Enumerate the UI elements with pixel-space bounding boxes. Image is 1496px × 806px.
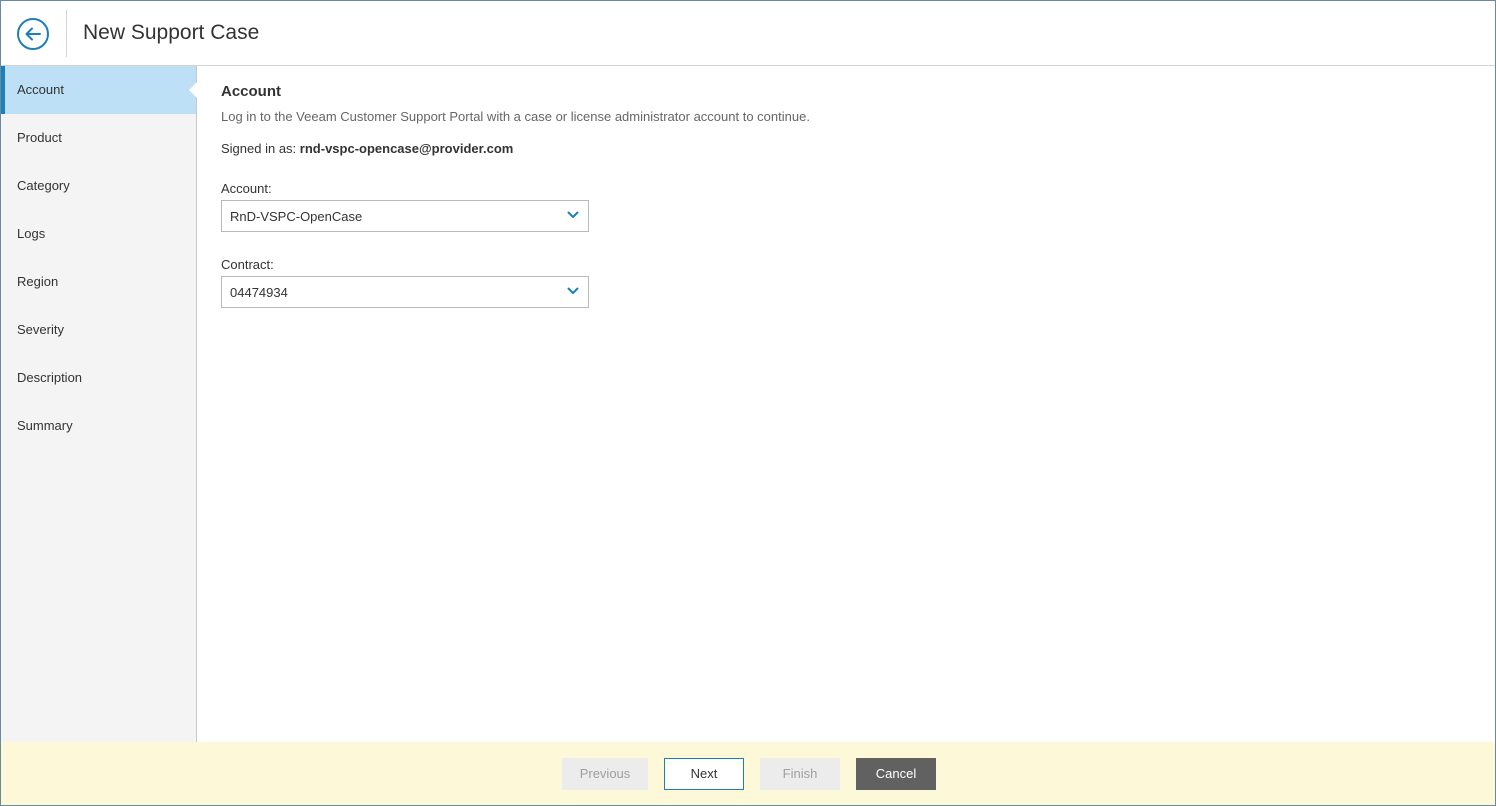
sidebar-item-account[interactable]: Account — [1, 66, 197, 114]
sidebar-item-label: Product — [17, 130, 62, 145]
chevron-down-icon — [567, 287, 579, 294]
arrow-left-circle-icon — [25, 27, 41, 41]
sidebar-item-summary[interactable]: Summary — [1, 402, 196, 450]
page-title: New Support Case — [83, 21, 260, 44]
sidebar-item-label: Summary — [17, 418, 73, 433]
section-description: Log in to the Veeam Customer Support Por… — [221, 109, 810, 124]
sidebar-item-region[interactable]: Region — [1, 258, 196, 306]
wizard-footer: Previous Next Finish Cancel — [1, 742, 1495, 805]
sidebar-item-description[interactable]: Description — [1, 354, 196, 402]
contract-select[interactable]: 04474934 — [221, 276, 589, 308]
sidebar-item-label: Logs — [17, 226, 46, 241]
sidebar-item-severity[interactable]: Severity — [1, 306, 196, 354]
chevron-down-icon — [567, 211, 579, 218]
account-select[interactable]: RnD-VSPC-OpenCase — [221, 200, 589, 232]
wizard-window: New Support Case Account Product Categor… — [0, 0, 1496, 806]
sidebar-item-label: Description — [17, 370, 83, 385]
header-divider — [66, 10, 67, 57]
sidebar-item-label: Region — [17, 274, 59, 289]
contract-label: Contract: — [221, 257, 274, 272]
sidebar-item-label: Category — [17, 178, 70, 193]
header: New Support Case — [1, 1, 1495, 66]
account-select-value: RnD-VSPC-OpenCase — [230, 209, 363, 224]
contract-select-value: 04474934 — [230, 285, 288, 300]
signed-in-info: Signed in as: rnd-vspc-opencase@provider… — [221, 141, 513, 156]
finish-button[interactable]: Finish — [760, 758, 840, 790]
sidebar-item-label: Account — [17, 82, 64, 97]
sidebar-item-logs[interactable]: Logs — [1, 210, 196, 258]
signed-in-prefix: Signed in as: — [221, 141, 297, 156]
account-label: Account: — [221, 181, 272, 196]
sidebar-item-product[interactable]: Product — [1, 114, 196, 162]
cancel-button[interactable]: Cancel — [856, 758, 936, 790]
next-button[interactable]: Next — [664, 758, 744, 790]
sidebar-item-category[interactable]: Category — [1, 162, 196, 210]
wizard-steps-sidebar: Account Product Category Logs Region Sev… — [1, 66, 197, 742]
section-title: Account — [221, 83, 281, 100]
signed-in-user: rnd-vspc-opencase@provider.com — [299, 141, 514, 156]
previous-button[interactable]: Previous — [562, 758, 648, 790]
sidebar-item-label: Severity — [17, 322, 64, 337]
back-button[interactable] — [17, 18, 49, 50]
